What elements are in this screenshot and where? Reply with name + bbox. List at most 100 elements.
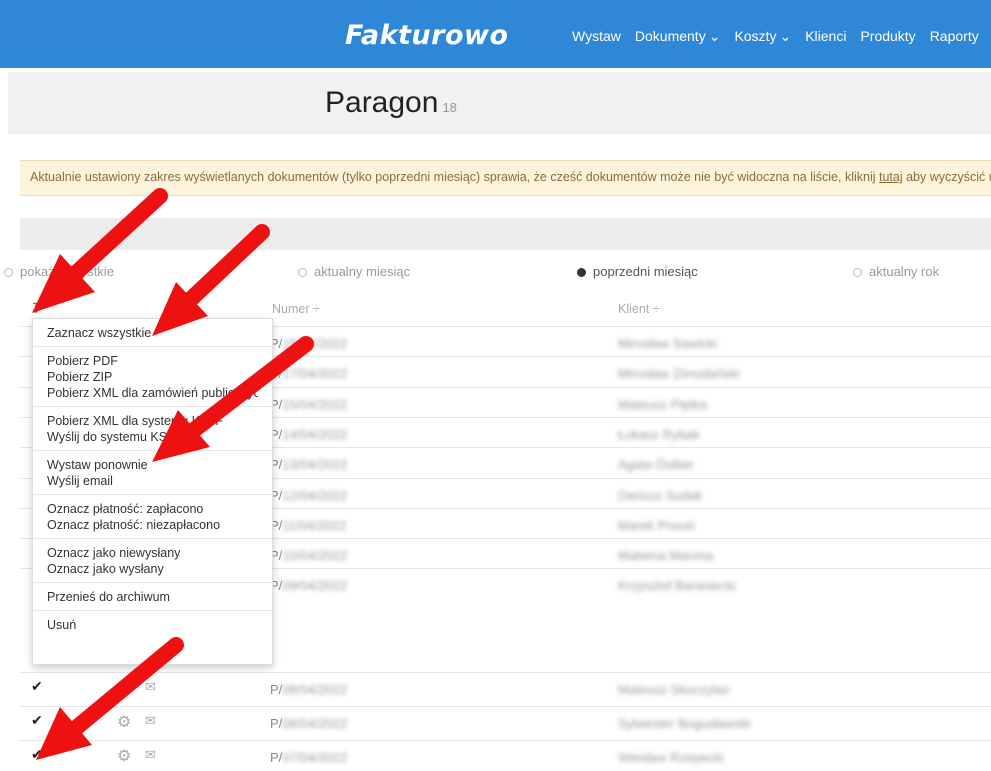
document-number[interactable]: P/17/04/2022 [270, 366, 347, 381]
client-name: Dariusz Sudak [618, 488, 703, 503]
gear-icon[interactable]: ⚙ [117, 746, 131, 766]
check-icon[interactable]: ✔ [31, 678, 43, 695]
clear-filter-link[interactable]: tutaj [879, 170, 903, 184]
number-rest: 08/04/2022 [282, 716, 348, 731]
menu-group: Zaznacz wszystkie [33, 319, 272, 347]
table-row[interactable]: ✔ ✉ P/08/04/2022 Mateusz Skoczylas [20, 672, 991, 702]
number-rest: 17/04/2022 [282, 366, 348, 381]
document-number[interactable]: P/13/04/2022 [270, 457, 347, 472]
client-name: Mirosław Zimudański [618, 366, 740, 381]
filter-band [20, 218, 991, 250]
menu-group: Pobierz XML dla systemu KSeF Wyślij do sy… [33, 407, 272, 451]
number-prefix: P/ [270, 716, 283, 731]
menu-item[interactable]: Wyślij do systemu KSeF [47, 429, 258, 445]
filter-current-year-radio[interactable]: aktualny rok [853, 264, 939, 279]
check-icon[interactable]: ✔ [31, 712, 43, 729]
menu-group: Oznacz płatność: zapłacono Oznacz płatnoś… [33, 495, 272, 539]
menu-group: Wystaw ponownie Wyślij email [33, 451, 272, 495]
document-number[interactable]: P/11/04/2022 [270, 518, 346, 533]
menu-item[interactable]: Oznacz jako wysłany [47, 561, 258, 577]
number-prefix: P/ [270, 750, 283, 765]
column-header-numer[interactable]: Numer ÷ [272, 302, 320, 316]
column-header-klient[interactable]: Klient ÷ [618, 302, 660, 316]
nav-koszty[interactable]: Koszty ⌄ [734, 28, 791, 45]
number-rest: 15/04/2022 [282, 397, 348, 412]
document-number[interactable]: P/09/04/2022 [270, 578, 347, 593]
client-name: Łukasz Rybak [618, 427, 700, 442]
client-name: Mirosław Sawicki [618, 336, 717, 351]
radio-icon [298, 268, 307, 277]
document-number[interactable]: P/10/04/2022 [270, 548, 347, 563]
nav-wystaw[interactable]: Wystaw [572, 28, 621, 45]
sort-icon[interactable]: ↧ [30, 300, 42, 317]
menu-item[interactable]: Oznacz jako niewysłany [47, 545, 258, 561]
filter-previous-month-radio[interactable]: poprzedni miesiąc [577, 264, 698, 279]
menu-item[interactable]: Przenieś do archiwum [47, 589, 258, 605]
number-rest: 10/04/2022 [282, 548, 348, 563]
document-number[interactable]: P/18/04/2022 [270, 336, 347, 351]
check-icon[interactable]: ✔ [31, 746, 43, 763]
menu-item[interactable]: Pobierz XML dla zamówień publicznych [47, 385, 258, 401]
nav-klienci[interactable]: Klienci [805, 28, 846, 45]
logo[interactable]: Fakturowo [345, 20, 509, 51]
number-rest: 12/04/2022 [282, 488, 348, 503]
document-number[interactable]: P/08/04/2022 [270, 682, 347, 697]
title-band: Paragon 18 [8, 72, 991, 134]
menu-group: Przenieś do archiwum [33, 583, 272, 611]
menu-item[interactable]: Oznacz płatność: niezapłacono [47, 517, 258, 533]
radio-icon [4, 268, 13, 277]
number-prefix: P/ [270, 682, 283, 697]
client-name: Krzysztof Baraniecki [618, 578, 736, 593]
nav-klienci-label: Klienci [805, 28, 847, 44]
gear-icon[interactable]: ⚙ [117, 712, 131, 732]
document-number[interactable]: P/14/04/2022 [270, 427, 347, 442]
document-number[interactable]: P/08/04/2022 [270, 716, 347, 731]
mail-icon[interactable]: ✉ [145, 679, 156, 695]
client-name: Mateusz Piętka [618, 397, 707, 412]
mail-icon[interactable]: ✉ [145, 713, 156, 729]
table-row[interactable]: ✔ ⚙ ✉ P/08/04/2022 Sylwester Bogusławski [20, 706, 991, 736]
client-name: Marek Procel [618, 518, 695, 533]
number-rest: 11/04/2022 [282, 518, 347, 533]
chevron-down-icon: ⌄ [779, 28, 792, 44]
client-name: Wiesław Rzepecki [618, 750, 724, 765]
menu-item[interactable]: Pobierz XML dla systemu KSeF [47, 413, 258, 429]
radio-icon [853, 268, 862, 277]
alert-text-end: aby wyczyścić ust [906, 170, 991, 184]
menu-item[interactable]: Oznacz płatność: zapłacono [47, 501, 258, 517]
number-rest: 08/04/2022 [282, 682, 348, 697]
document-number[interactable]: P/12/04/2022 [270, 488, 347, 503]
document-number[interactable]: P/15/04/2022 [270, 397, 347, 412]
filter-all-radio[interactable]: pokaż wszystkie [4, 264, 114, 279]
nav-dokumenty[interactable]: Dokumenty ⌄ [635, 28, 721, 45]
radio-selected-icon [577, 268, 586, 277]
document-number[interactable]: P/07/04/2022 [270, 750, 347, 765]
nav-produkty[interactable]: Produkty [860, 28, 915, 45]
nav-raporty[interactable]: Raporty [930, 28, 979, 45]
page-title-text: Paragon [325, 86, 439, 119]
menu-item[interactable]: Pobierz ZIP [47, 369, 258, 385]
number-rest: 18/04/2022 [282, 336, 348, 351]
menu-item[interactable]: Zaznacz wszystkie [47, 325, 258, 341]
number-rest: 14/04/2022 [282, 427, 348, 442]
filter-current-month-radio[interactable]: aktualny miesiąc [298, 264, 410, 279]
menu-group: Oznacz jako niewysłany Oznacz jako wysłan… [33, 539, 272, 583]
menu-group: Usuń [33, 611, 272, 638]
filter-all-label: pokaż wszystkie [20, 264, 114, 279]
number-rest: 09/04/2022 [282, 578, 348, 593]
table-row[interactable]: ✔ ⚙ ✉ P/07/04/2022 Wiesław Rzepecki [20, 740, 991, 770]
menu-group: Pobierz PDF Pobierz ZIP Pobierz XML dla za… [33, 347, 272, 407]
nav-raporty-label: Raporty [929, 28, 979, 44]
menu-item[interactable]: Wystaw ponownie [47, 457, 258, 473]
menu-item[interactable]: Usuń [47, 617, 258, 633]
number-rest: 07/04/2022 [282, 750, 348, 765]
client-name: Mateusz Skoczylas [618, 682, 730, 697]
mail-icon[interactable]: ✉ [145, 747, 156, 763]
bulk-actions-menu: Zaznacz wszystkie Pobierz PDF Pobierz ZIP P… [32, 318, 273, 665]
top-navbar: Fakturowo Wystaw Dokumenty ⌄ Koszty ⌄ Klie… [0, 0, 991, 68]
nav-dokumenty-label: Dokumenty [634, 28, 706, 44]
main-nav: Wystaw Dokumenty ⌄ Koszty ⌄ Klienci Produk… [572, 28, 979, 45]
menu-item[interactable]: Wyślij email [47, 473, 258, 489]
number-rest: 13/04/2022 [282, 457, 348, 472]
menu-item[interactable]: Pobierz PDF [47, 353, 258, 369]
